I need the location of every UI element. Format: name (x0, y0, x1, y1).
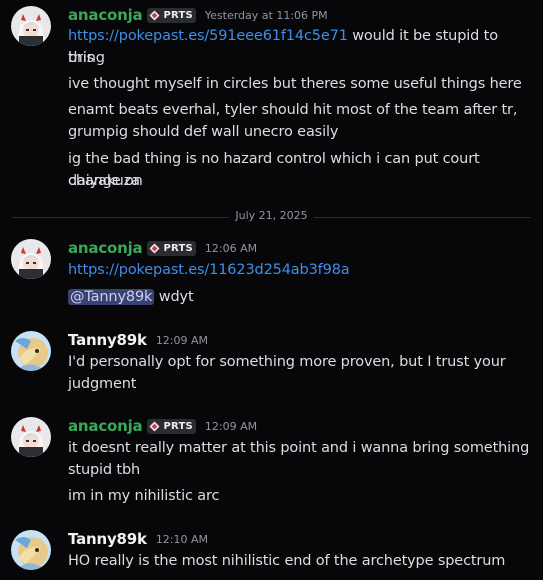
message-text: enamt beats everhal, tyler should hit mo… (68, 102, 518, 118)
user-mention[interactable]: @Tanny89k (68, 289, 155, 305)
message-link[interactable]: https://pokepast.es/11623d254ab3f98a (68, 262, 350, 278)
username[interactable]: anaconja (68, 417, 143, 435)
message-text-wrap: judgment (68, 376, 137, 392)
diamond-tag-icon (149, 242, 161, 254)
timestamp[interactable]: Yesterday at 11:06 PM (205, 9, 328, 22)
message-text: I'd personally opt for something more pr… (68, 354, 506, 370)
server-tag-label: PRTS (163, 242, 193, 254)
server-tag[interactable]: PRTS (147, 418, 196, 434)
diamond-tag-icon (149, 9, 161, 21)
message-text: HO really is the most nihilistic end of … (68, 553, 506, 569)
message-header: anaconja PRTS 12:06 AM (68, 238, 257, 258)
username[interactable]: Tanny89k (68, 530, 147, 548)
timestamp[interactable]: 12:10 AM (156, 533, 208, 546)
message-header: anaconja PRTS Yesterday at 11:06 PM (68, 5, 328, 25)
message-text-wrap: stupid tbh (68, 462, 141, 478)
username[interactable]: anaconja (68, 239, 143, 257)
avatar-anaconja[interactable] (11, 6, 51, 46)
message-text-wrap: grumpig should def wall unecro easily (68, 124, 339, 140)
message-header: Tanny89k 12:09 AM (68, 330, 208, 350)
diamond-tag-icon (149, 420, 161, 432)
message-text: ive thought myself in circles but theres… (68, 76, 522, 92)
date-divider-label: July 21, 2025 (229, 209, 314, 222)
message-text: it doesnt really matter at this point an… (68, 440, 530, 456)
avatar-tanny89k[interactable] (11, 331, 51, 371)
server-tag-label: PRTS (163, 9, 193, 21)
avatar-anaconja[interactable] (11, 239, 51, 279)
message-text-rest: wdyt (154, 289, 194, 305)
timestamp[interactable]: 12:09 AM (205, 420, 257, 433)
server-tag[interactable]: PRTS (147, 240, 196, 256)
server-tag-label: PRTS (163, 420, 193, 432)
avatar-anaconja[interactable] (11, 417, 51, 457)
username[interactable]: Tanny89k (68, 331, 147, 349)
message-text: @Tanny89k wdyt (68, 286, 535, 308)
message-header: anaconja PRTS 12:09 AM (68, 416, 257, 436)
message-text: im in my nihilistic arc (68, 488, 220, 504)
username[interactable]: anaconja (68, 6, 143, 24)
avatar-tanny89k[interactable] (11, 530, 51, 570)
message-text-wrap: daiyakuza (68, 173, 140, 189)
date-divider: July 21, 2025 (0, 209, 543, 222)
chat-message-list: anaconja PRTS Yesterday at 11:06 PM http… (0, 0, 543, 580)
timestamp[interactable]: 12:06 AM (205, 242, 257, 255)
message-link: https://pokepast.es/11623d254ab3f98a (68, 259, 535, 281)
timestamp[interactable]: 12:09 AM (156, 334, 208, 347)
message-link[interactable]: https://pokepast.es/591eee61f14c5e71 (68, 28, 348, 44)
message-text-wrap: this (68, 50, 94, 66)
message-header: Tanny89k 12:10 AM (68, 529, 208, 549)
server-tag[interactable]: PRTS (147, 7, 196, 23)
